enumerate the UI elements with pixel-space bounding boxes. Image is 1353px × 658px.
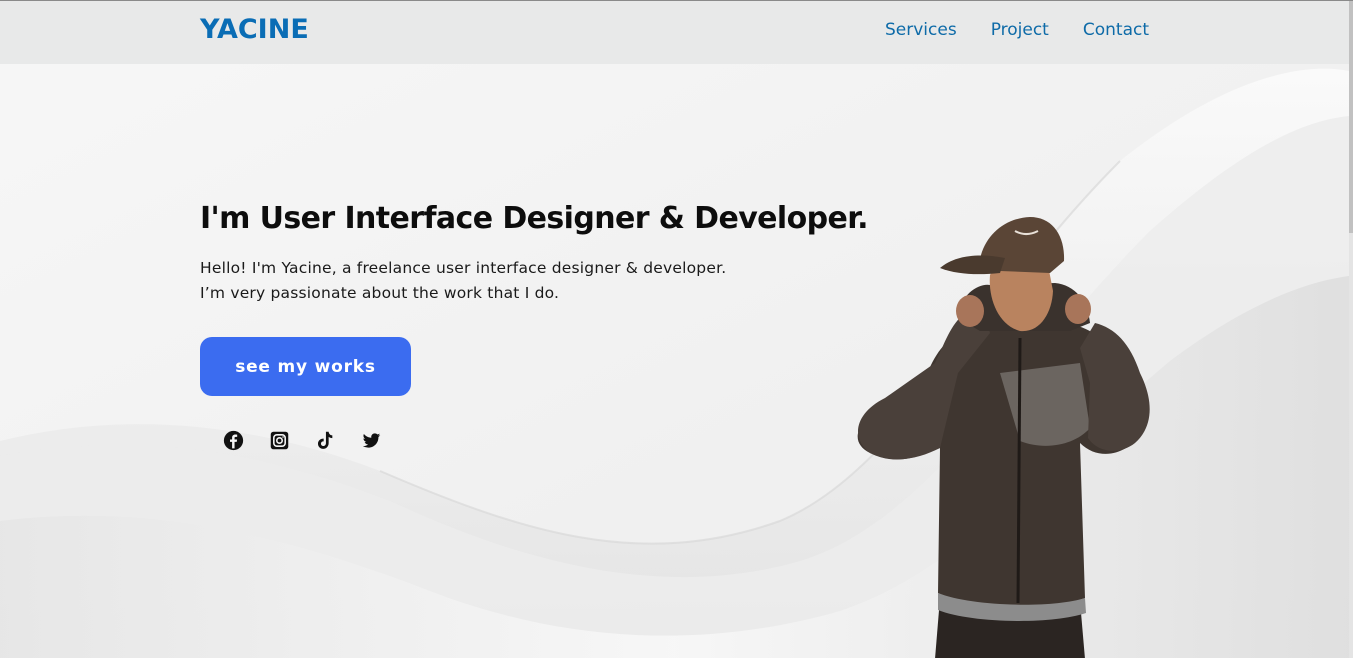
- see-my-works-button[interactable]: see my works: [200, 337, 411, 396]
- profile-photo: [857, 217, 1150, 658]
- hero-title: I'm User Interface Designer & Developer.: [200, 201, 869, 236]
- nav-links: Services Project Contact: [885, 20, 1149, 40]
- hero-description-line-1: Hello! I'm Yacine, a freelance user inte…: [200, 259, 727, 277]
- hero-description: Hello! I'm Yacine, a freelance user inte…: [200, 256, 868, 306]
- scrollbar-thumb[interactable]: [1349, 1, 1353, 233]
- tiktok-icon[interactable]: [315, 430, 336, 451]
- page-scrollbar[interactable]: [1349, 1, 1353, 658]
- facebook-icon[interactable]: [223, 430, 244, 451]
- hero-description-line-2: I’m very passionate about the work that …: [200, 284, 560, 302]
- instagram-icon[interactable]: [269, 430, 290, 451]
- nav-link-services[interactable]: Services: [885, 20, 957, 40]
- hero-content: I'm User Interface Designer & Developer.…: [200, 201, 869, 451]
- twitter-icon[interactable]: [361, 430, 382, 451]
- site-logo[interactable]: YACINE: [200, 14, 309, 45]
- nav-link-contact[interactable]: Contact: [1083, 20, 1149, 40]
- navbar: YACINE Services Project Contact: [0, 1, 1349, 64]
- page: YACINE Services Project Contact I'm User…: [0, 0, 1353, 658]
- nav-link-project[interactable]: Project: [991, 20, 1049, 40]
- social-links: [223, 430, 868, 451]
